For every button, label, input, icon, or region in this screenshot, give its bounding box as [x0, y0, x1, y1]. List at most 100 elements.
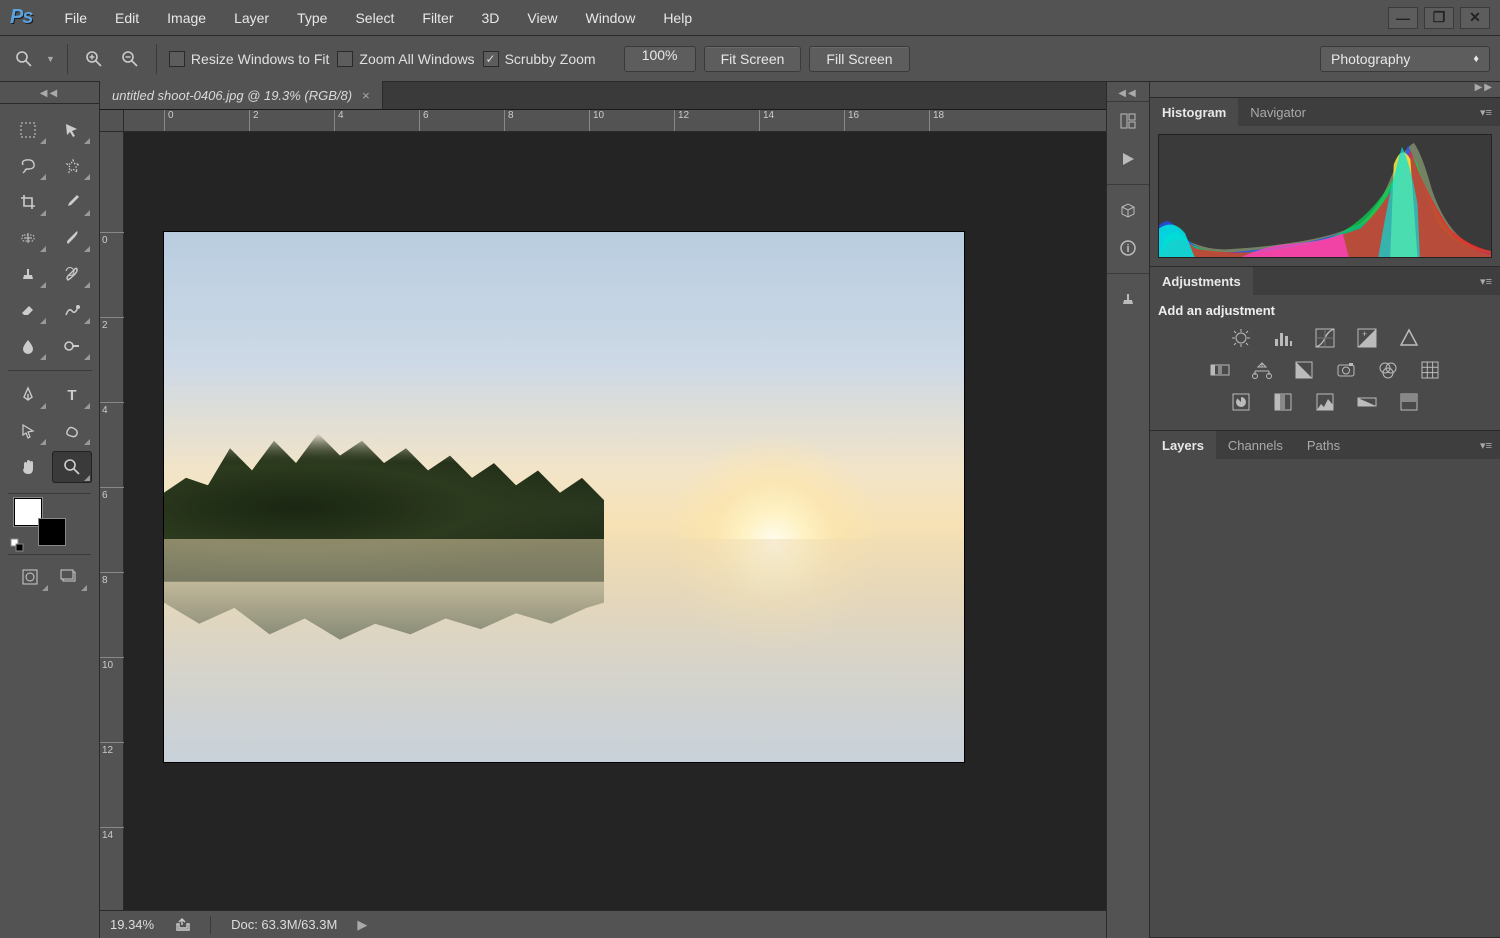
- quick-mask-tool[interactable]: [10, 561, 50, 593]
- color-lookup-icon[interactable]: [1418, 358, 1442, 382]
- clone-source-icon[interactable]: [1107, 280, 1149, 318]
- hue-saturation-icon[interactable]: [1208, 358, 1232, 382]
- tab-navigator[interactable]: Navigator: [1238, 98, 1318, 126]
- menu-image[interactable]: Image: [153, 10, 220, 26]
- healing-brush-tool[interactable]: [8, 222, 48, 254]
- dodge-tool[interactable]: [52, 330, 92, 362]
- ruler-tick: 4: [334, 110, 344, 131]
- close-button[interactable]: ✕: [1460, 7, 1490, 29]
- tools-collapse-handle[interactable]: ◀◀: [0, 88, 99, 104]
- ruler-origin[interactable]: [100, 110, 124, 131]
- color-swatches[interactable]: [0, 494, 99, 554]
- menu-window[interactable]: Window: [572, 10, 650, 26]
- posterize-icon[interactable]: [1271, 390, 1295, 414]
- svg-text:T: T: [67, 387, 76, 404]
- fit-screen-button[interactable]: Fit Screen: [704, 46, 802, 72]
- document-tab[interactable]: untitled shoot-0406.jpg @ 19.3% (RGB/8) …: [100, 81, 383, 109]
- threshold-icon[interactable]: [1313, 390, 1337, 414]
- pen-tool[interactable]: [8, 379, 48, 411]
- menu-3d[interactable]: 3D: [468, 10, 514, 26]
- shape-tool[interactable]: [52, 415, 92, 447]
- curves-icon[interactable]: [1313, 326, 1337, 350]
- menu-view[interactable]: View: [513, 10, 571, 26]
- photo-filter-icon[interactable]: [1334, 358, 1358, 382]
- info-icon[interactable]: i: [1107, 229, 1149, 267]
- ruler-tick: 4: [100, 402, 124, 416]
- share-icon[interactable]: [174, 917, 190, 933]
- quick-select-tool[interactable]: [52, 150, 92, 182]
- status-zoom[interactable]: 19.34%: [110, 917, 154, 932]
- workspace-dropdown[interactable]: Photography♦: [1320, 46, 1490, 72]
- tab-histogram[interactable]: Histogram: [1150, 98, 1238, 126]
- eraser-tool[interactable]: [8, 294, 48, 326]
- clone-stamp-tool[interactable]: [8, 258, 48, 290]
- black-white-icon[interactable]: [1292, 358, 1316, 382]
- blur-tool[interactable]: [8, 330, 48, 362]
- background-swatch[interactable]: [38, 518, 66, 546]
- menu-file[interactable]: File: [50, 10, 101, 26]
- play-icon[interactable]: [1107, 140, 1149, 178]
- brightness-contrast-icon[interactable]: [1229, 326, 1253, 350]
- marquee-tool[interactable]: [8, 114, 48, 146]
- path-select-tool[interactable]: [8, 415, 48, 447]
- default-colors-icon[interactable]: [10, 538, 24, 552]
- menu-filter[interactable]: Filter: [408, 10, 467, 26]
- dropdown-arrow-icon[interactable]: ▼: [46, 54, 55, 64]
- scrubby-zoom-label: Scrubby Zoom: [505, 51, 596, 67]
- zoom-level-input[interactable]: 100%: [624, 46, 696, 72]
- panels-collapse-handle[interactable]: ▶▶: [1150, 82, 1500, 98]
- canvas-viewport[interactable]: [124, 132, 1106, 910]
- panel-menu-icon[interactable]: ▾≡: [1472, 275, 1500, 288]
- history-brush-tool[interactable]: [52, 258, 92, 290]
- zoom-all-checkbox[interactable]: Zoom All Windows: [337, 51, 474, 67]
- close-tab-icon[interactable]: ×: [362, 88, 370, 103]
- crop-tool[interactable]: [8, 186, 48, 218]
- zoom-in-icon[interactable]: [80, 45, 108, 73]
- selective-color-icon[interactable]: [1397, 390, 1421, 414]
- lasso-tool[interactable]: [8, 150, 48, 182]
- brush-tool[interactable]: [52, 222, 92, 254]
- window-controls: — ❐ ✕: [1388, 7, 1490, 29]
- channel-mixer-icon[interactable]: [1376, 358, 1400, 382]
- current-tool-icon[interactable]: [10, 45, 38, 73]
- menu-select[interactable]: Select: [341, 10, 408, 26]
- type-tool[interactable]: T: [52, 379, 92, 411]
- scrubby-zoom-checkbox[interactable]: Scrubby Zoom: [483, 51, 596, 67]
- vertical-ruler[interactable]: 02468101214: [100, 132, 124, 910]
- menu-edit[interactable]: Edit: [101, 10, 153, 26]
- zoom-out-icon[interactable]: [116, 45, 144, 73]
- panel-menu-icon[interactable]: ▾≡: [1472, 439, 1500, 452]
- color-balance-icon[interactable]: [1250, 358, 1274, 382]
- hand-tool[interactable]: [8, 451, 48, 483]
- eyedropper-tool[interactable]: [52, 186, 92, 218]
- minimize-button[interactable]: —: [1388, 7, 1418, 29]
- expand-handle[interactable]: ◀◀: [1107, 88, 1149, 102]
- vibrance-icon[interactable]: [1397, 326, 1421, 350]
- layers-list[interactable]: [1150, 459, 1500, 937]
- status-arrow-icon[interactable]: ▶: [357, 917, 367, 933]
- document-tab-title: untitled shoot-0406.jpg @ 19.3% (RGB/8): [112, 88, 352, 103]
- mini-bridge-icon[interactable]: [1107, 102, 1149, 140]
- tab-paths[interactable]: Paths: [1295, 431, 1352, 459]
- fill-screen-button[interactable]: Fill Screen: [809, 46, 909, 72]
- panel-menu-icon[interactable]: ▾≡: [1472, 106, 1500, 119]
- menu-layer[interactable]: Layer: [220, 10, 283, 26]
- levels-icon[interactable]: [1271, 326, 1295, 350]
- maximize-button[interactable]: ❐: [1424, 7, 1454, 29]
- invert-icon[interactable]: [1229, 390, 1253, 414]
- exposure-icon[interactable]: +: [1355, 326, 1379, 350]
- menu-help[interactable]: Help: [649, 10, 706, 26]
- resize-windows-checkbox[interactable]: Resize Windows to Fit: [169, 51, 329, 67]
- 3d-icon[interactable]: [1107, 191, 1149, 229]
- tab-layers[interactable]: Layers: [1150, 431, 1216, 459]
- move-tool[interactable]: [52, 114, 92, 146]
- menu-type[interactable]: Type: [283, 10, 341, 26]
- zoom-tool[interactable]: [52, 451, 92, 483]
- tab-channels[interactable]: Channels: [1216, 431, 1295, 459]
- gradient-tool[interactable]: [52, 294, 92, 326]
- gradient-map-icon[interactable]: [1355, 390, 1379, 414]
- horizontal-ruler[interactable]: 024681012141618: [100, 110, 1106, 132]
- screen-mode-tool[interactable]: [50, 561, 90, 593]
- tab-adjustments[interactable]: Adjustments: [1150, 267, 1253, 295]
- status-doc-size[interactable]: Doc: 63.3M/63.3M: [231, 917, 337, 932]
